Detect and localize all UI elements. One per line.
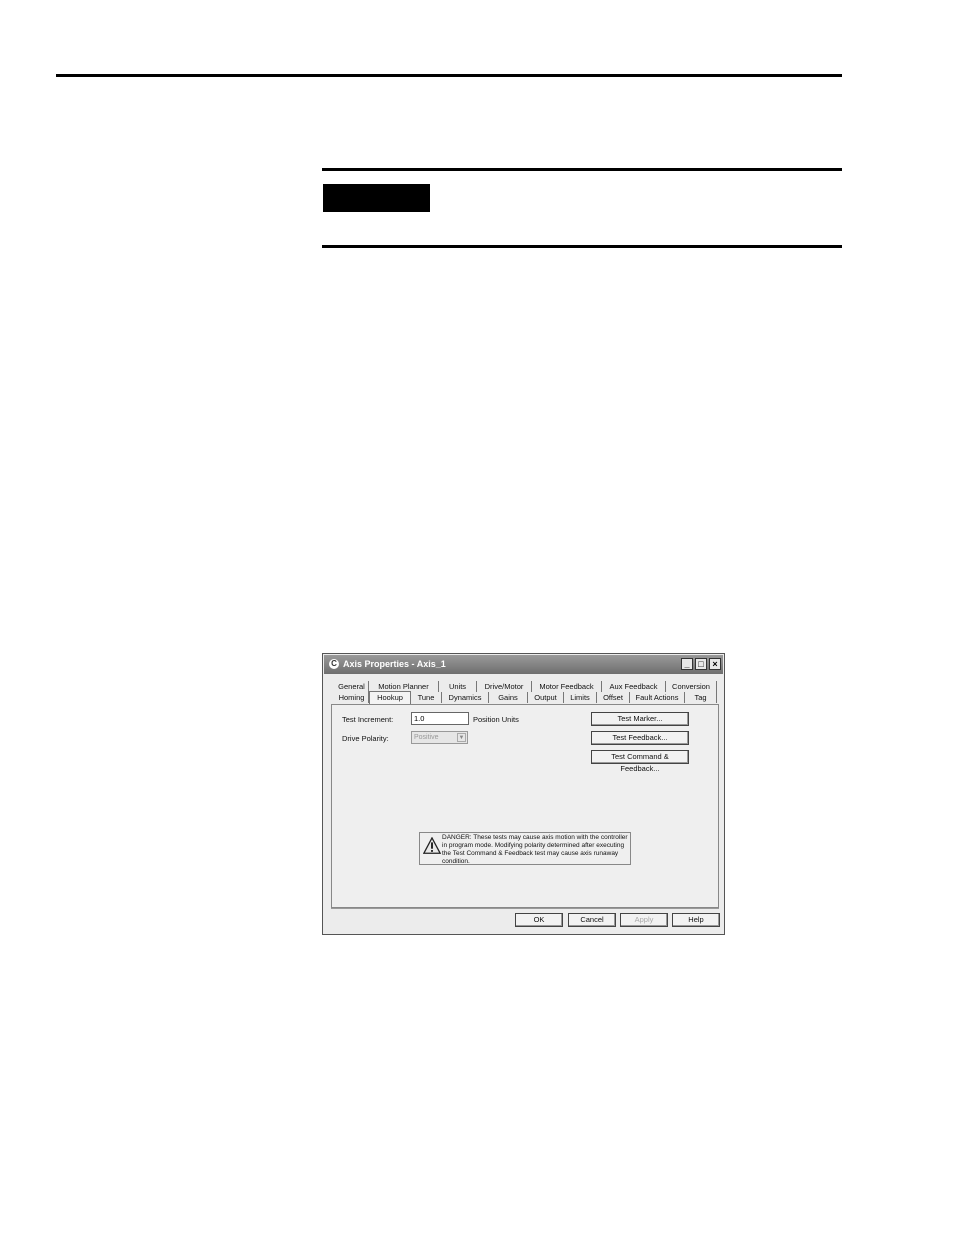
test-feedback-button[interactable]: Test Feedback...	[591, 731, 689, 745]
help-button[interactable]: Help	[672, 913, 720, 927]
test-command-feedback-button[interactable]: Test Command & Feedback...	[591, 750, 689, 773]
close-icon[interactable]: ×	[709, 658, 721, 670]
section-rule-top	[322, 168, 842, 171]
tab-aux-feedback[interactable]: Aux Feedback	[602, 681, 666, 692]
tab-fault-actions[interactable]: Fault Actions	[630, 692, 685, 703]
top-rule	[56, 74, 842, 77]
drive-polarity-value: Positive	[414, 734, 439, 741]
footer-separator	[331, 908, 719, 909]
test-increment-units: Position Units	[473, 715, 519, 724]
section-rule-bottom	[322, 245, 842, 248]
tab-units[interactable]: Units	[439, 681, 477, 692]
drive-polarity-select[interactable]: Positive ▼	[411, 731, 468, 744]
title-bar[interactable]: C Axis Properties - Axis_1 _ □ ×	[324, 655, 723, 674]
maximize-icon[interactable]: □	[695, 658, 707, 670]
ok-button[interactable]: OK	[515, 913, 563, 927]
cancel-button[interactable]: Cancel	[568, 913, 616, 927]
tab-conversion[interactable]: Conversion	[666, 681, 717, 692]
tab-hookup[interactable]: Hookup	[369, 691, 411, 704]
section-label-block	[323, 184, 430, 212]
tab-limits[interactable]: Limits	[564, 692, 597, 703]
warning-icon	[423, 837, 441, 854]
tab-general[interactable]: General	[335, 681, 369, 692]
tab-motor-feedback[interactable]: Motor Feedback	[532, 681, 602, 692]
tab-offset[interactable]: Offset	[597, 692, 630, 703]
test-marker-button[interactable]: Test Marker...	[591, 712, 689, 726]
apply-button[interactable]: Apply	[620, 913, 668, 927]
axis-properties-dialog: C Axis Properties - Axis_1 _ □ × General…	[322, 653, 725, 935]
tab-tune[interactable]: Tune	[411, 692, 442, 703]
tab-tag[interactable]: Tag	[685, 692, 717, 703]
drive-polarity-label: Drive Polarity:	[342, 734, 389, 743]
tab-gains[interactable]: Gains	[489, 692, 528, 703]
test-increment-input[interactable]: 1.0	[411, 712, 469, 725]
hookup-panel: Test Increment: 1.0 Position Units Drive…	[331, 704, 719, 908]
dialog-title: Axis Properties - Axis_1	[343, 659, 446, 669]
tab-homing[interactable]: Homing	[335, 692, 369, 703]
app-icon: C	[329, 659, 339, 669]
minimize-icon[interactable]: _	[681, 658, 693, 670]
danger-text: DANGER: These tests may cause axis motio…	[442, 834, 628, 865]
chevron-down-icon: ▼	[457, 733, 466, 742]
tab-row-2: Homing Hookup Tune Dynamics Gains Output…	[335, 691, 719, 704]
tab-output[interactable]: Output	[528, 692, 564, 703]
danger-notice: DANGER: These tests may cause axis motio…	[419, 832, 631, 865]
test-increment-label: Test Increment:	[342, 715, 394, 724]
tab-drive-motor[interactable]: Drive/Motor	[477, 681, 532, 692]
tab-dynamics[interactable]: Dynamics	[442, 692, 489, 703]
